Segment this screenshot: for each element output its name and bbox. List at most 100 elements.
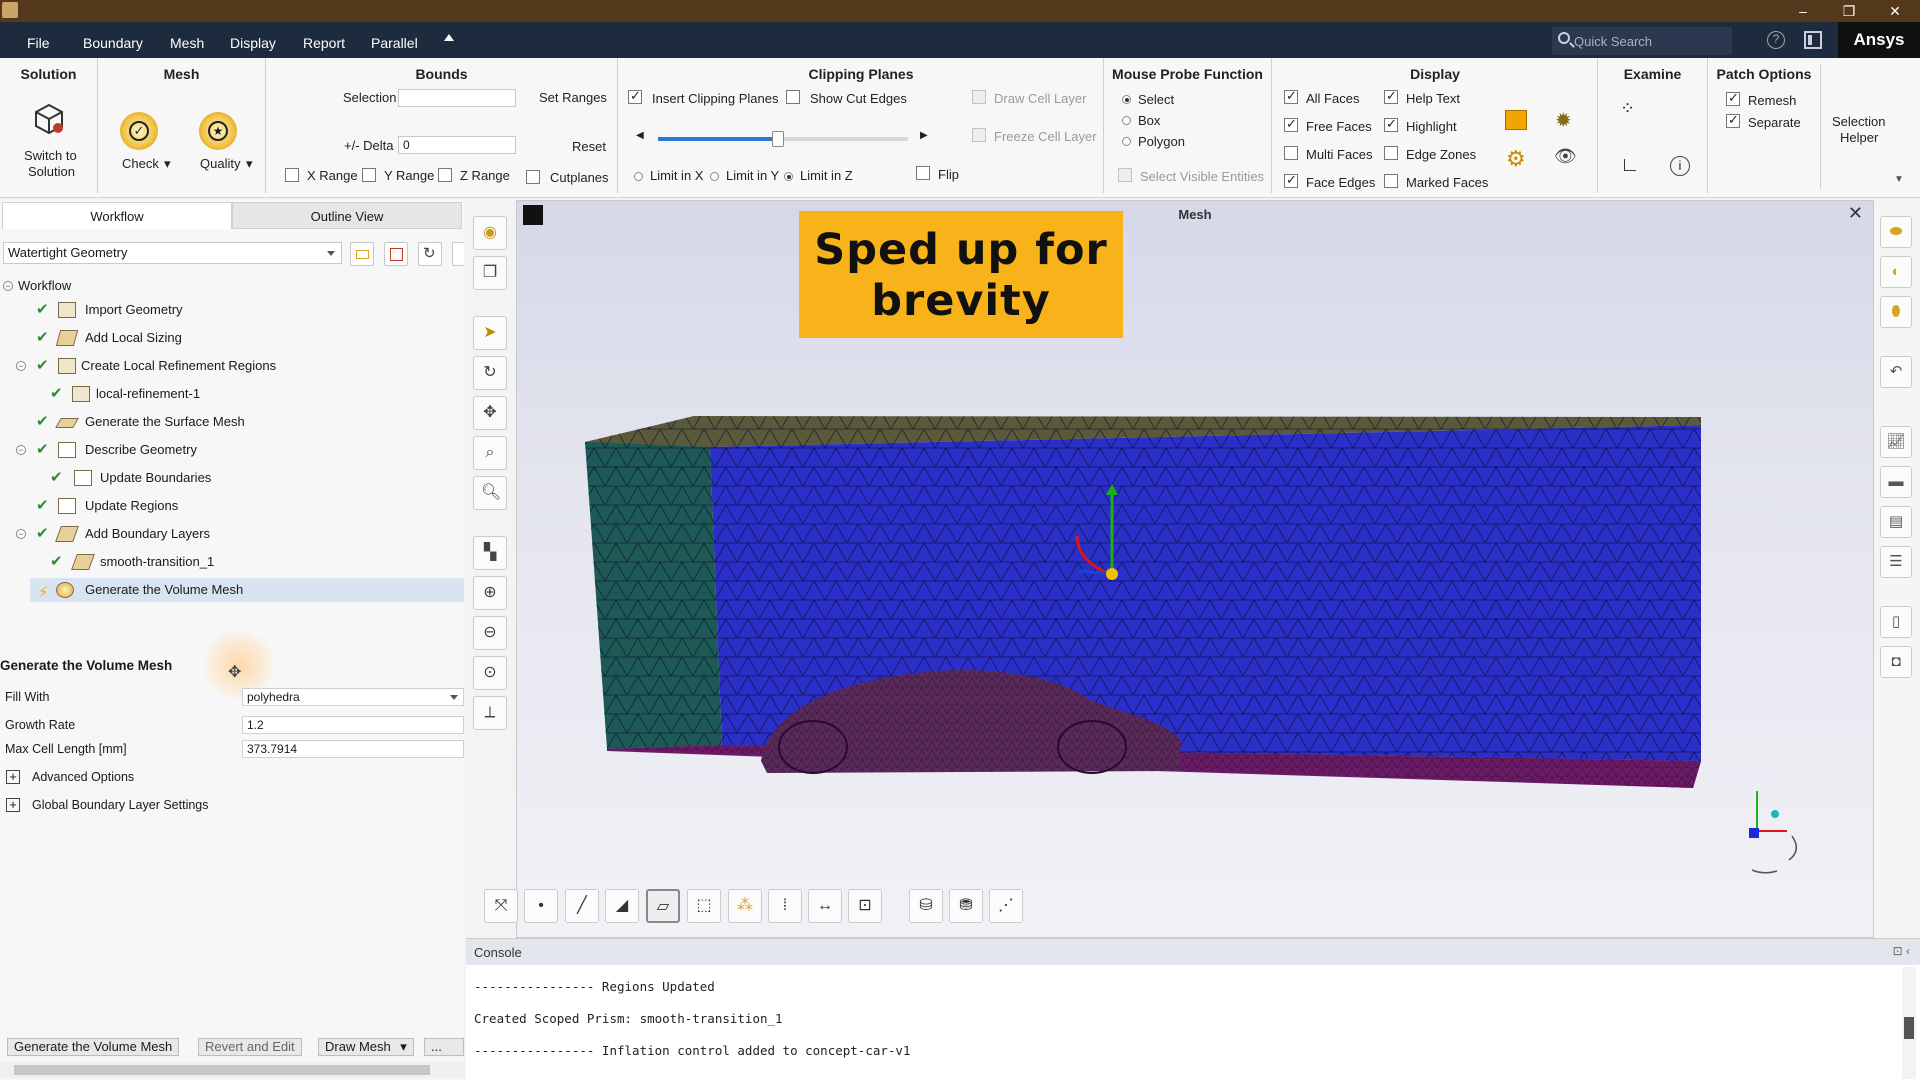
menu-report[interactable]: Report	[303, 22, 345, 58]
tab-workflow[interactable]: Workflow	[2, 202, 232, 229]
zoom-out-icon[interactable]: ⊖	[473, 616, 507, 650]
zoom-icon[interactable]: 🔍︎	[473, 476, 507, 510]
info-icon[interactable]: i	[1670, 156, 1690, 176]
quality-icon[interactable]: ★	[199, 112, 237, 150]
nodes-icon[interactable]: ⁘	[1620, 98, 1635, 119]
zoom-in-icon[interactable]: ⊕	[473, 576, 507, 610]
tree-item-import-geometry[interactable]: ✔ Import Geometry	[0, 298, 464, 322]
menu-file[interactable]: File	[27, 22, 50, 58]
select-visible-checkbox[interactable]	[1118, 168, 1132, 182]
x-range-checkbox[interactable]	[285, 168, 299, 182]
draw-cell-layer-checkbox[interactable]	[972, 90, 986, 104]
free-faces-checkbox[interactable]	[1284, 116, 1298, 132]
tab-outline-view[interactable]: Outline View	[232, 202, 462, 229]
check-mesh-icon[interactable]: ✓	[120, 112, 158, 150]
show-cut-edges-checkbox[interactable]	[786, 90, 800, 104]
help-text-checkbox[interactable]	[1384, 88, 1398, 104]
distance-icon[interactable]: ↔	[808, 889, 842, 923]
quick-search-input[interactable]	[1574, 27, 1724, 55]
remesh-checkbox[interactable]	[1726, 90, 1740, 106]
tree-item-local-refinement-1[interactable]: ✔ local-refinement-1	[0, 382, 464, 406]
list-icon[interactable]: ☰	[1880, 546, 1912, 578]
menu-boundary[interactable]: Boundary	[83, 22, 143, 58]
node-filter-icon[interactable]: ⁞	[768, 889, 802, 923]
marked-faces-checkbox[interactable]	[1384, 174, 1398, 188]
close-window-icon[interactable]: ✕	[1872, 0, 1918, 22]
probe-box-radio[interactable]	[1122, 116, 1131, 125]
lighting-icon[interactable]: ✹	[1555, 108, 1572, 133]
menu-parallel[interactable]: Parallel	[371, 22, 418, 58]
growth-rate-input[interactable]: 1.2	[242, 716, 464, 734]
set-ranges-button[interactable]: Set Ranges	[539, 90, 607, 105]
switch-to-solution-icon[interactable]	[32, 102, 66, 136]
more-tools-icon[interactable]	[452, 242, 464, 266]
expand-plus-icon[interactable]: +	[6, 798, 20, 812]
selection-helper-label-1[interactable]: Selection	[1832, 114, 1885, 129]
left-horizontal-scrollbar[interactable]	[0, 1062, 464, 1078]
selection-input[interactable]	[398, 89, 516, 107]
graph-icon[interactable]: 📈︎	[1880, 426, 1912, 458]
collapse-icon[interactable]: −	[16, 445, 26, 455]
ribbon-expand-icon[interactable]: ▼	[1894, 174, 1904, 185]
tree-item-create-local-refinement[interactable]: − ✔ Create Local Refinement Regions	[0, 354, 464, 378]
separate-checkbox[interactable]	[1726, 112, 1740, 128]
graphics-viewport[interactable]: Mesh ✕ Sped up for brevity	[516, 200, 1874, 938]
tree-root[interactable]: − Workflow	[0, 274, 464, 298]
cutplanes-checkbox[interactable]	[526, 170, 540, 184]
restore-icon[interactable]: ❐	[1826, 0, 1872, 22]
y-range-checkbox[interactable]	[362, 168, 376, 182]
z-range-checkbox[interactable]	[438, 168, 452, 182]
undo-view-icon[interactable]: ↶	[1880, 356, 1912, 388]
edge-zones-checkbox[interactable]	[1384, 146, 1398, 160]
tree-item-smooth-transition[interactable]: ✔ smooth-transition_1	[0, 550, 464, 574]
limit-y-radio[interactable]	[710, 172, 719, 181]
bar-icon[interactable]: ▬	[1880, 466, 1912, 498]
tree-item-generate-volume-mesh[interactable]: ⚡ Generate the Volume Mesh	[30, 578, 464, 602]
console-dock-icon[interactable]: ⊡ ‹	[1893, 944, 1910, 958]
reset-button[interactable]: Reset	[572, 139, 606, 154]
visibility-eye-icon[interactable]: 👁	[1554, 146, 1577, 167]
ellipsoid-icon[interactable]: ⬮	[1880, 296, 1912, 328]
menu-mesh[interactable]: Mesh	[170, 22, 204, 58]
axes-icon[interactable]: ⟂	[473, 696, 507, 730]
face-edges-checkbox[interactable]	[1284, 172, 1298, 188]
limit-x-radio[interactable]	[634, 172, 643, 181]
layout-icon[interactable]	[1804, 31, 1822, 49]
menu-display[interactable]: Display	[230, 22, 276, 58]
probe-icon[interactable]: ▚	[473, 536, 507, 570]
collapse-icon[interactable]: −	[3, 281, 13, 291]
pan-icon[interactable]: ✥	[473, 396, 507, 430]
scrollbar-thumb[interactable]	[14, 1065, 430, 1075]
rotate-icon[interactable]: ↻	[473, 356, 507, 390]
copy-view-icon[interactable]: ❐	[473, 256, 507, 290]
max-cell-length-input[interactable]: 373.7914	[242, 740, 464, 758]
advanced-options-row[interactable]: + Advanced Options	[0, 766, 464, 788]
cell-filter-icon[interactable]: ⬚	[687, 889, 721, 923]
bounding-icon[interactable]: ⊡	[848, 889, 882, 923]
tree-item-add-local-sizing[interactable]: ✔ Add Local Sizing	[0, 326, 464, 350]
select-pointer-icon[interactable]: ➤	[473, 316, 507, 350]
quality-dropdown-icon[interactable]: ▾	[246, 156, 253, 172]
probe-select-radio[interactable]	[1122, 95, 1131, 104]
face-filter-icon[interactable]: ◢	[605, 889, 639, 923]
tree-item-generate-surface-mesh[interactable]: ✔ Generate the Surface Mesh	[0, 410, 464, 434]
switch-to-solution-label-2[interactable]: Solution	[28, 164, 75, 179]
tree-item-update-regions[interactable]: ✔ Update Regions	[0, 494, 464, 518]
axis-measure-icon[interactable]: ∟	[1620, 154, 1640, 177]
fit-view-icon[interactable]: ⊙	[473, 656, 507, 690]
delta-input[interactable]: 0	[398, 136, 516, 154]
path-filter-icon[interactable]: ⋰	[989, 889, 1023, 923]
multi-faces-checkbox[interactable]	[1284, 146, 1298, 160]
slider-right-arrow-icon[interactable]: ▶	[920, 130, 928, 141]
check-label[interactable]: Check	[122, 156, 159, 171]
save-icon[interactable]	[384, 242, 408, 266]
help-icon[interactable]: ?	[1767, 31, 1785, 49]
edge-filter-icon[interactable]: ╱	[565, 889, 599, 923]
quick-search[interactable]	[1552, 27, 1732, 55]
collapse-ribbon-icon[interactable]	[444, 34, 454, 41]
collapse-icon[interactable]: −	[16, 529, 26, 539]
slider-left-arrow-icon[interactable]: ◀	[636, 130, 644, 141]
point-filter-icon[interactable]: •	[524, 889, 558, 923]
zone-filter-icon[interactable]: ▱	[646, 889, 680, 923]
tree-item-add-boundary-layers[interactable]: − ✔ Add Boundary Layers	[0, 522, 464, 546]
